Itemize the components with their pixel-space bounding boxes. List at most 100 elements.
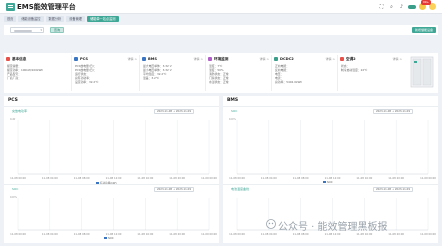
divider xyxy=(4,184,219,185)
x-tick-label: 11-09 00:00 xyxy=(201,176,217,180)
date-start: 2023-11-08 xyxy=(376,110,392,113)
date-range-picker[interactable]: 2023-11-08 → 2023-11-09 xyxy=(373,109,413,114)
x-tick-label: 11-09 00:00 xyxy=(420,232,436,236)
x-tick-label: 11-08 20:00 xyxy=(169,232,185,236)
tab-data-analysis[interactable]: 数据分析 xyxy=(45,16,65,22)
chevron-down-icon: ▾ xyxy=(40,28,42,32)
tab-single-site[interactable]: 储能单一站点监测 xyxy=(87,16,119,22)
x-tick-label: 11-08 20:00 xyxy=(388,176,404,180)
chart-label: SOC xyxy=(12,187,19,191)
card-title: 环境监测 xyxy=(214,57,229,61)
date-start: 2023-11-08 xyxy=(376,188,392,191)
date-range-picker[interactable]: 2023-11-08 → 2023-11-09 xyxy=(154,187,194,192)
panel-title: PCS xyxy=(8,98,18,103)
query-button[interactable]: 查询 xyxy=(50,27,64,33)
x-tick-label: 11-08 20:00 xyxy=(388,232,404,236)
add-device-button[interactable]: 新增储能设备 xyxy=(412,27,436,33)
x-tick-label: 11-08 04:00 xyxy=(261,176,277,180)
watermark-text: 公众号 · 能效管理黑板报 xyxy=(278,222,388,233)
x-tick-label: 11-08 12:00 xyxy=(106,176,122,180)
tab-home[interactable]: 首页 xyxy=(4,16,17,22)
detail-link[interactable]: 详情 > xyxy=(194,57,203,61)
x-tick-label: 11-08 08:00 xyxy=(74,176,90,180)
status-toggle[interactable] xyxy=(408,4,416,9)
notification-badge: 99+ xyxy=(421,0,431,5)
card-pcs: PCS 详情 > PCS放电量(日)： PCS放电量(日)： 运行状态： 总有功… xyxy=(72,55,140,91)
divider xyxy=(4,106,219,107)
x-tick-label: 11-09 00:00 xyxy=(420,176,436,180)
summary-cards: 基本信息 额定容量： 额定功率：100kW/100kWh 产品型号： 厂商厂商：… xyxy=(4,53,438,93)
panel-title: BMS xyxy=(227,98,239,103)
date-end: 2023-11-09 xyxy=(394,110,410,113)
x-tick-label: 11-08 04:00 xyxy=(42,232,58,236)
date-start: 2023-11-08 xyxy=(157,188,173,191)
wechat-icon xyxy=(266,219,276,229)
legend-swatch xyxy=(323,181,326,183)
card-title: PCS xyxy=(80,57,88,61)
x-tick-label: 11-09 00:00 xyxy=(201,232,217,236)
info-icon xyxy=(6,57,10,61)
divider xyxy=(223,184,438,185)
legend-swatch xyxy=(104,237,107,239)
tab-device-management[interactable]: 设备管理 xyxy=(66,16,85,22)
x-tick-label: 11-08 20:00 xyxy=(169,176,185,180)
date-end: 2023-11-09 xyxy=(175,188,191,191)
date-end: 2023-11-09 xyxy=(175,110,191,113)
x-tick-label: 11-08 12:00 xyxy=(325,176,341,180)
bms-soc-chart: 11-08 00:00 11-08 04:00 11-08 08:00 11-08 1… xyxy=(229,120,436,180)
card-line: 总功率：5402.0kWh xyxy=(275,80,303,84)
site-select[interactable]: ▾ xyxy=(10,27,44,33)
tab-storage-monitor[interactable]: 储能设备监控 xyxy=(18,16,44,22)
date-start: 2023-11-08 xyxy=(157,110,173,113)
app-logo-icon xyxy=(6,3,15,11)
card-environment: 环境监测 详情 > 温度：7℃ 湿度：50% 消防状态：正常 门禁状态：正常 水… xyxy=(206,55,272,91)
x-tick-label: 11-08 04:00 xyxy=(261,232,277,236)
chart-label: 充放电功率 xyxy=(12,109,28,113)
page-tabs: 首页 储能设备监控 数据分析 设备管理 储能单一站点监测 xyxy=(4,16,119,22)
dcdc-icon xyxy=(274,57,278,61)
detail-link[interactable]: 详情 > xyxy=(326,57,335,61)
fullscreen-icon[interactable]: ⛶ xyxy=(378,3,385,10)
date-end: 2023-11-09 xyxy=(394,188,410,191)
card-dcdc: DCDC2 详情 > 正向电能： 反向电能： 电压： 电流： 总功率：5402.… xyxy=(272,55,338,91)
chart-label: SOC xyxy=(231,109,238,113)
card-line: 制冷启动温度：22℃ xyxy=(341,68,368,72)
storage-cabinet-image xyxy=(410,56,434,88)
chart-legend: SOC xyxy=(104,237,114,240)
x-tick-label: 11-08 16:00 xyxy=(356,176,372,180)
x-tick-label: 11-08 16:00 xyxy=(137,232,153,236)
card-line: 设定功率：32.2℃ xyxy=(75,80,99,84)
detail-link[interactable]: 详情 > xyxy=(128,57,137,61)
card-title: 空调2 xyxy=(346,57,356,61)
card-title: BMS xyxy=(148,57,157,61)
card-title: DCDC2 xyxy=(280,57,294,61)
card-bms: BMS 详情 > 最大电压单体：3.32 V 最小电压单体：3.32 V 平均温… xyxy=(140,55,206,91)
site-select-value xyxy=(14,29,32,32)
chart-label: 电池温度曲线 xyxy=(231,187,250,191)
search-icon[interactable]: ⌕ xyxy=(388,3,395,10)
date-range-picker[interactable]: 2023-11-08 → 2023-11-09 xyxy=(154,109,194,114)
x-tick-label: 11-08 04:00 xyxy=(42,176,58,180)
detail-link[interactable]: 详情 > xyxy=(393,57,402,61)
environment-icon xyxy=(208,57,212,61)
x-tick-label: 11-08 00:00 xyxy=(10,232,26,236)
x-tick-label: 11-08 16:00 xyxy=(137,176,153,180)
pcs-icon xyxy=(74,57,78,61)
legend-label: SOC xyxy=(108,237,114,240)
app-title: EMS能效管理平台 xyxy=(17,3,76,11)
air-conditioner-icon xyxy=(340,57,344,61)
pcs-panel: PCS 充放电功率 2023-11-08 → 2023-11-09 1kW 11… xyxy=(4,96,219,243)
pcs-power-chart: 11-08 00:00 11-08 04:00 11-08 08:00 11-08 1… xyxy=(10,120,217,180)
filter-bar: ▾ 查询 新增储能设备 xyxy=(4,25,438,35)
divider xyxy=(223,106,438,107)
bell-icon[interactable]: ♪ xyxy=(398,3,405,10)
x-tick-label: 11-08 08:00 xyxy=(74,232,90,236)
bms-icon xyxy=(142,57,146,61)
top-bar: EMS能效管理平台 ⛶ ⌕ ♪ 99+ xyxy=(0,0,442,14)
x-tick-label: 11-08 00:00 xyxy=(229,232,245,236)
card-title: 基本信息 xyxy=(12,57,27,61)
x-tick-label: 11-08 08:00 xyxy=(293,176,309,180)
date-range-picker[interactable]: 2023-11-08 → 2023-11-09 xyxy=(373,187,413,192)
x-tick-label: 11-08 12:00 xyxy=(106,232,122,236)
detail-link[interactable]: 详情 > xyxy=(260,57,269,61)
